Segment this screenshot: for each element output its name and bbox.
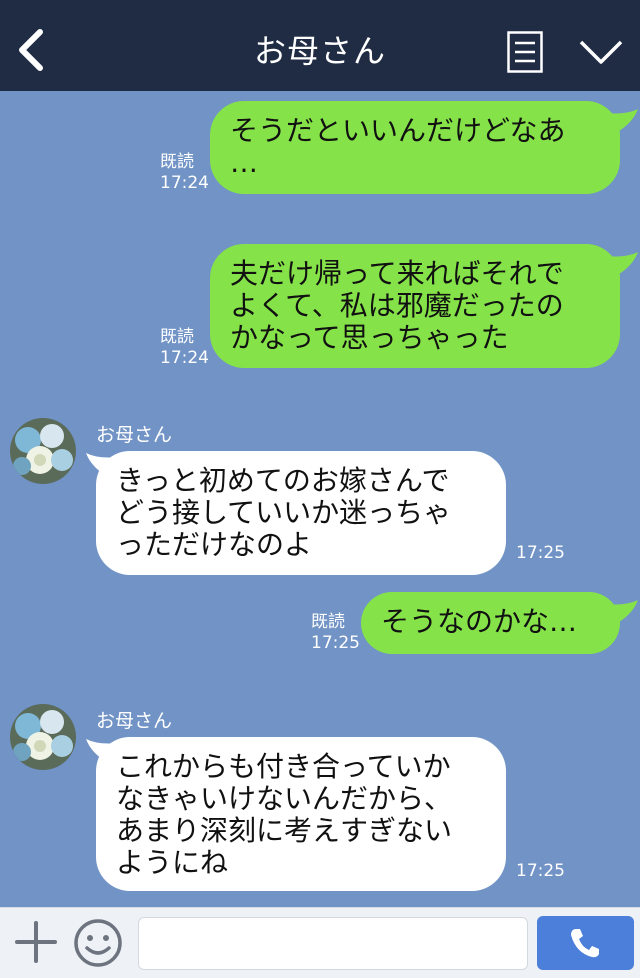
avatar[interactable] (10, 418, 76, 484)
bubble-tail (606, 600, 638, 626)
avatar[interactable] (10, 704, 76, 770)
message-time: 17:24 (160, 173, 209, 193)
incoming-message-bubble[interactable]: きっと初めてのお嫁さんで どう接していいか迷っちゃ っただけなのよ (96, 451, 506, 575)
avatar-roses-image (10, 704, 76, 770)
message-text: 夫だけ帰って来ればそれで よくて、私は邪魔だったの かなって思っちゃった (230, 257, 564, 354)
message-text: きっと初めてのお嫁さんで どう接していいか迷っちゃ っただけなのよ (116, 464, 452, 561)
read-label: 既読 (160, 152, 194, 172)
emoji-icon[interactable] (73, 918, 123, 968)
read-receipt: 既読 17:25 (311, 612, 360, 654)
read-label: 既読 (160, 327, 194, 347)
plus-icon[interactable] (15, 921, 57, 963)
chevron-down-icon[interactable] (578, 36, 624, 68)
avatar-roses-image (10, 418, 76, 484)
outgoing-message-bubble[interactable]: そうなのかな… (361, 592, 620, 654)
message-text: これからも付き合っていか なきゃいけないんだから、 あまり深刻に考えすぎない よ… (116, 750, 453, 879)
message-input-bar (0, 907, 640, 978)
phone-icon (571, 929, 599, 958)
read-label: 既読 (311, 612, 345, 632)
message-input[interactable] (138, 917, 528, 970)
message-time: 17:25 (516, 861, 565, 881)
message-text: そうだといいんだけどなあ … (230, 114, 566, 179)
menu-list-icon[interactable] (507, 31, 543, 73)
outgoing-message-bubble[interactable]: 夫だけ帰って来ればそれで よくて、私は邪魔だったの かなって思っちゃった (210, 244, 620, 368)
read-receipt: 既読 17:24 (160, 152, 209, 194)
incoming-message-bubble[interactable]: これからも付き合っていか なきゃいけないんだから、 あまり深刻に考えすぎない よ… (96, 737, 506, 891)
call-button[interactable] (537, 916, 634, 970)
message-time: 17:24 (160, 348, 209, 368)
sender-name: お母さん (96, 424, 173, 446)
message-time: 17:25 (311, 633, 360, 653)
sender-name: お母さん (96, 710, 173, 732)
bubble-tail (606, 109, 638, 135)
read-receipt: 既読 17:24 (160, 327, 209, 369)
chat-header: お母さん (0, 0, 640, 91)
outgoing-message-bubble[interactable]: そうだといいんだけどなあ … (210, 101, 620, 194)
chat-title: お母さん (253, 32, 386, 70)
bubble-tail (606, 252, 638, 278)
message-list[interactable]: 既読 17:24 そうだといいんだけどなあ … 既読 17:24 夫だけ帰って来… (0, 91, 640, 907)
message-time: 17:25 (516, 543, 565, 563)
message-text: そうなのかな… (381, 605, 578, 638)
